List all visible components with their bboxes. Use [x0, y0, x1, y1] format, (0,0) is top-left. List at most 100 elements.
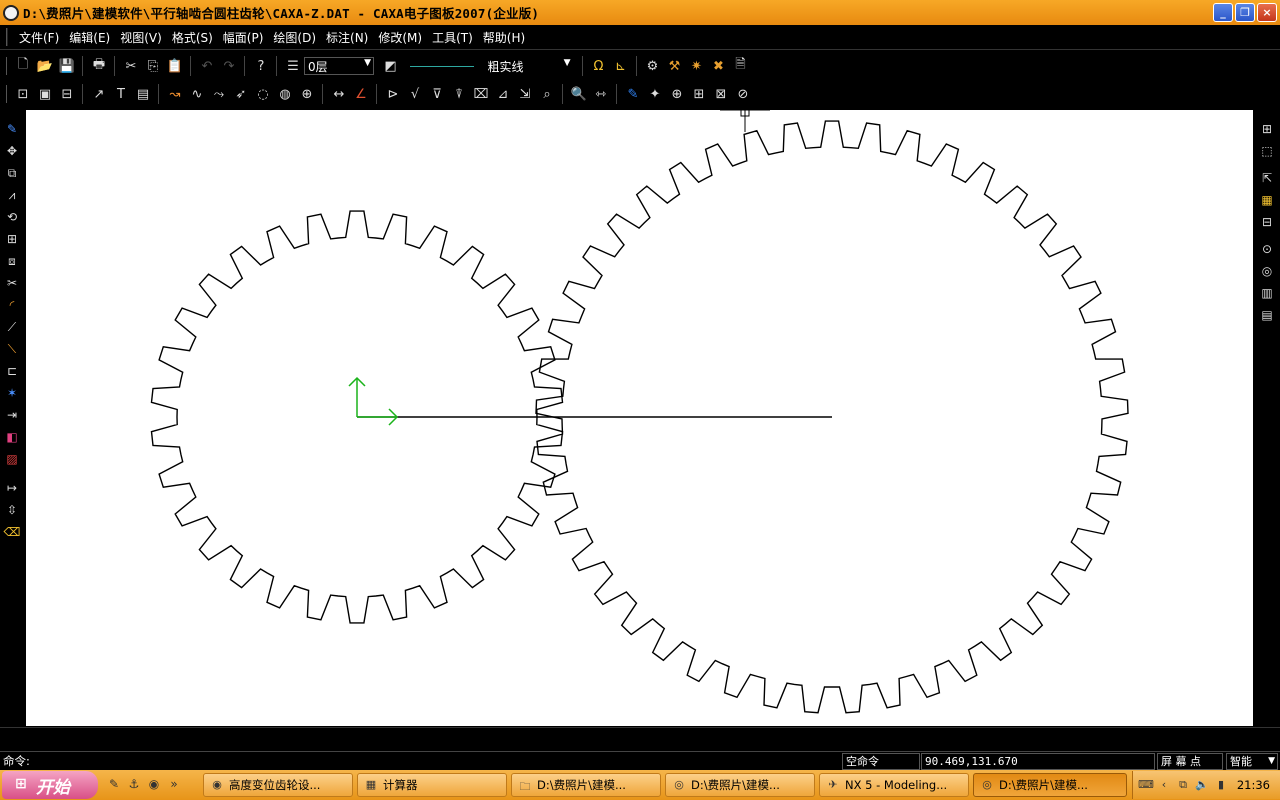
roughness-icon[interactable]: √: [405, 84, 426, 105]
pencil-icon[interactable]: ✎: [623, 84, 644, 105]
copy-icon[interactable]: ⧉: [2, 163, 22, 183]
point-icon[interactable]: ➶: [231, 84, 252, 105]
menu-help[interactable]: 帮助(H): [478, 29, 530, 46]
eraser-icon[interactable]: ⌫: [2, 522, 22, 542]
dynamic-zoom-icon[interactable]: ✦: [645, 84, 666, 105]
menu-modify[interactable]: 修改(M): [373, 29, 427, 46]
array-icon[interactable]: ⊞: [2, 229, 22, 249]
drawing-canvas[interactable]: [26, 107, 1253, 726]
leader-icon[interactable]: ⌧: [471, 84, 492, 105]
paste-icon[interactable]: 📋: [165, 56, 186, 77]
command-prompt[interactable]: 命令:: [3, 753, 30, 769]
linetype-icon[interactable]: ◩: [380, 56, 401, 77]
menu-view[interactable]: 视图(V): [115, 29, 167, 46]
chamfer-icon[interactable]: ⊏: [2, 361, 22, 381]
network-icon[interactable]: ⧉: [1176, 778, 1190, 792]
zoom-icon[interactable]: 🔍: [569, 84, 590, 105]
mirror-icon[interactable]: ⩘: [2, 185, 22, 205]
attribute-icon[interactable]: ▤: [133, 84, 154, 105]
task-folder[interactable]: 🗀 D:\费照片\建模...: [511, 773, 661, 797]
keyboard-icon[interactable]: ⌨: [1138, 778, 1154, 792]
redo-icon[interactable]: ↷: [219, 56, 240, 77]
tolerance-icon[interactable]: ⊳: [383, 84, 404, 105]
layer-manager-icon[interactable]: ✷: [686, 56, 707, 77]
scale-icon[interactable]: ⧈: [2, 251, 22, 271]
undo-icon[interactable]: ↶: [197, 56, 218, 77]
snap-icon[interactable]: Ω: [588, 56, 609, 77]
match-icon[interactable]: ⚒: [664, 56, 685, 77]
zoom-window-icon[interactable]: ⊞: [689, 84, 710, 105]
menu-edit[interactable]: 编辑(E): [64, 29, 115, 46]
drawing-area[interactable]: [26, 107, 1253, 726]
close-button[interactable]: ×: [1257, 3, 1277, 22]
spline-icon[interactable]: ⤳: [209, 84, 230, 105]
rotate-icon[interactable]: ⟲: [2, 207, 22, 227]
color-icon[interactable]: ✖: [708, 56, 729, 77]
snap-mode-select[interactable]: 智能 ▼: [1226, 753, 1278, 770]
balloon-icon[interactable]: ◎: [1257, 261, 1277, 281]
dimension-icon[interactable]: ↦: [2, 478, 22, 498]
coordinate-icon[interactable]: ↗: [89, 84, 110, 105]
quicklaunch-tool-icon[interactable]: ✎: [106, 777, 122, 793]
hatch-icon[interactable]: ⇲: [515, 84, 536, 105]
insert-icon[interactable]: ⇱: [1257, 168, 1277, 188]
arc-icon[interactable]: ∿: [187, 84, 208, 105]
move-icon[interactable]: ✥: [2, 141, 22, 161]
task-gear-design[interactable]: ◉ 高度变位齿轮设...: [203, 773, 353, 797]
view-icon[interactable]: ▦: [1257, 190, 1277, 210]
extend-icon[interactable]: ⟋: [2, 317, 22, 337]
view-frame-icon[interactable]: ⊟: [57, 84, 78, 105]
explode-icon[interactable]: ✶: [2, 383, 22, 403]
align-icon[interactable]: ⇳: [2, 500, 22, 520]
section-mark-icon[interactable]: ⊿: [493, 84, 514, 105]
table-icon[interactable]: ▥: [1257, 283, 1277, 303]
stretch-icon[interactable]: ⇥: [2, 405, 22, 425]
cut-icon[interactable]: ✂: [121, 56, 142, 77]
caxa-app-icon[interactable]: [3, 4, 19, 21]
volume-icon[interactable]: 🔈: [1195, 778, 1209, 792]
zoom-all-icon[interactable]: ⊘: [733, 84, 754, 105]
view-window-icon[interactable]: ▣: [35, 84, 56, 105]
menu-format[interactable]: 格式(S): [167, 29, 218, 46]
menubar-grip[interactable]: [6, 28, 8, 46]
hatch-icon[interactable]: ▨: [2, 449, 22, 469]
quicklaunch-caxa-icon[interactable]: ◉: [146, 777, 162, 793]
linear-dim-icon[interactable]: ↔: [329, 84, 350, 105]
angle-dim-icon[interactable]: ∠: [351, 84, 372, 105]
section-icon[interactable]: ⊟: [1257, 212, 1277, 232]
print-icon[interactable]: 🖶: [89, 56, 110, 77]
pan-icon[interactable]: ⇿: [591, 84, 612, 105]
rectangle-icon[interactable]: ⊕: [297, 84, 318, 105]
menu-sheet[interactable]: 幅面(P): [218, 29, 269, 46]
restore-button[interactable]: ❐: [1235, 3, 1255, 22]
menu-draw[interactable]: 绘图(D): [268, 29, 321, 46]
layer-select[interactable]: 0层 ▼: [304, 57, 374, 75]
pencil-icon[interactable]: ✎: [2, 119, 22, 139]
part-library-icon[interactable]: ⬚: [1257, 141, 1277, 161]
weld-icon[interactable]: ⍒: [449, 84, 470, 105]
measure-icon[interactable]: ⌕: [537, 84, 558, 105]
circle-icon[interactable]: ◌: [253, 84, 274, 105]
snap-point-mode[interactable]: 屏 幕 点: [1157, 753, 1223, 770]
command-window[interactable]: [0, 727, 1280, 751]
bom-icon[interactable]: ▤: [1257, 305, 1277, 325]
quicklaunch-app-icon[interactable]: ⚓: [126, 777, 142, 793]
task-nx[interactable]: ✈ NX 5 - Modeling...: [819, 773, 969, 797]
task-caxa-1[interactable]: ◎ D:\费照片\建模...: [665, 773, 815, 797]
line-icon[interactable]: ↝: [165, 84, 186, 105]
new-file-icon[interactable]: 🗋: [13, 56, 34, 77]
signal-icon[interactable]: ▮: [1214, 778, 1228, 792]
linetype-select[interactable]: 粗实线 ▼: [401, 57, 574, 75]
help-icon[interactable]: ?: [251, 56, 272, 77]
menu-dimension[interactable]: 标注(N): [321, 29, 373, 46]
quicklaunch-more-icon[interactable]: »: [166, 777, 182, 793]
open-file-icon[interactable]: 📂: [35, 56, 56, 77]
detail-icon[interactable]: ⊙: [1257, 239, 1277, 259]
ellipse-icon[interactable]: ◍: [275, 84, 296, 105]
task-caxa-active[interactable]: ◎ D:\费照片\建模...: [973, 773, 1127, 797]
start-button[interactable]: ⊞ 开始: [2, 771, 98, 799]
text-style-icon[interactable]: 🗎: [730, 56, 751, 77]
menu-file[interactable]: 文件(F): [14, 29, 64, 46]
zoom-in-icon[interactable]: ⊕: [667, 84, 688, 105]
text-icon[interactable]: T: [111, 84, 132, 105]
